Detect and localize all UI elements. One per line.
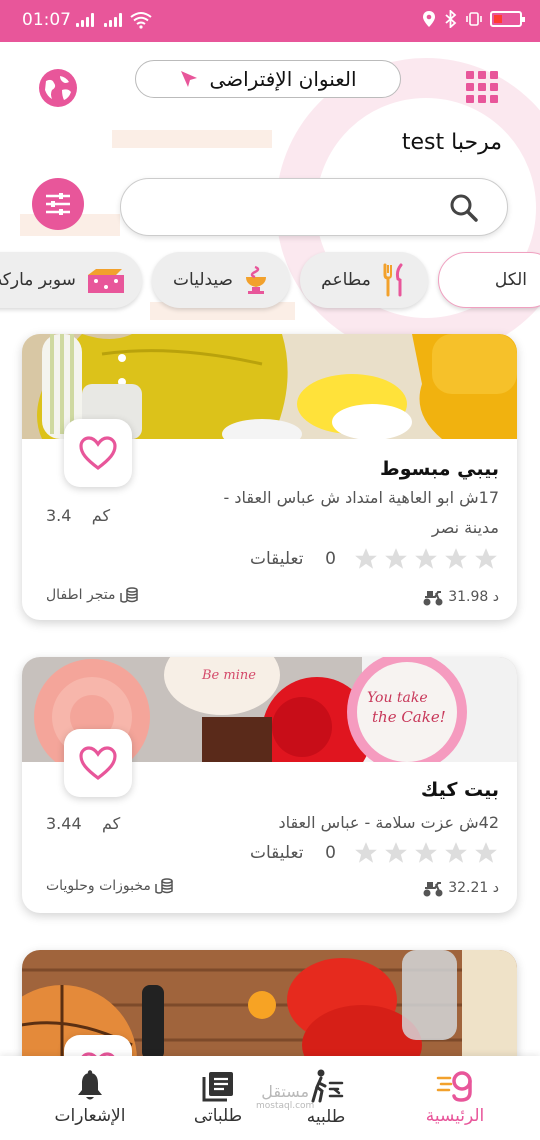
star-icon [475, 548, 497, 569]
store-type-label: مخبوزات وحلويات [46, 878, 151, 894]
rating-stars [353, 840, 499, 866]
store-address: 17ش ابو العاهية امتداد ش عباس العقاد - م… [159, 483, 499, 543]
store-address-line: مدينة نصر [431, 518, 499, 537]
address-label: العنوان الإفتراضى [209, 67, 357, 91]
status-bar: 01:07 [0, 0, 540, 42]
location-pin-icon [423, 11, 435, 27]
categories-grid-icon[interactable] [466, 71, 498, 103]
store-type: متجر اطفال [46, 587, 138, 603]
star-icon [385, 842, 407, 863]
delivery-fee-value: 31.98 د [448, 589, 499, 605]
star-icon [355, 548, 377, 569]
store-name: بيت كيك [420, 779, 499, 801]
reviews: 0 تعليقات [250, 549, 336, 569]
star-icon [415, 842, 437, 863]
welcome-text: مرحبا test [401, 130, 502, 155]
nav-label: الإشعارات [54, 1106, 126, 1126]
store-card[interactable]: Be mine You take the Cake! بيت كيك 42ش ع… [22, 657, 517, 913]
category-label: الكل [494, 270, 527, 290]
delivery-scooter-icon [423, 882, 443, 897]
store-address: 42ش عزت سلامة - عباس العقاد [159, 808, 499, 838]
delivery-fee: 32.21 د [422, 878, 499, 898]
reviews-count: 0 [325, 549, 336, 569]
star-icon [445, 842, 467, 863]
distance-unit: كم [101, 814, 121, 833]
category-supermarket[interactable]: سوبر ماركت [0, 252, 142, 308]
category-restaurants[interactable]: مطاعم [300, 252, 428, 308]
svg-text:the Cake!: the Cake! [372, 708, 446, 726]
svg-text:You take: You take [367, 690, 428, 706]
distance-unit: كم [91, 506, 111, 525]
wifi-icon [130, 12, 152, 29]
category-label: سوبر ماركت [0, 270, 76, 290]
coins-icon [155, 878, 173, 894]
store-address-line: 42ش عزت سلامة - عباس العقاد [278, 813, 499, 832]
orders-icon [202, 1072, 233, 1102]
vibrate-icon [466, 12, 482, 26]
delivery-fee: 31.98 د [422, 587, 499, 607]
watermark-sub: mostaql.com [256, 1101, 315, 1111]
rating-stars [353, 546, 499, 572]
nav-label: طلباتى [193, 1106, 243, 1126]
star-icon [415, 548, 437, 569]
default-address-button[interactable]: العنوان الإفتراضى [135, 60, 401, 98]
star-icon [355, 842, 377, 863]
store-address-line: 17ش ابو العاهية امتداد ش عباس العقاد - [223, 488, 499, 507]
favorite-button[interactable] [64, 419, 132, 487]
delivery-fee-value: 32.21 د [448, 880, 499, 896]
nav-label: الرئيسية [425, 1106, 485, 1126]
heart-icon [79, 436, 117, 471]
battery-icon [490, 11, 525, 27]
nav-home[interactable]: الرئيسية [390, 1056, 520, 1140]
nav-my-orders[interactable]: طلباتى [168, 1056, 268, 1140]
navigation-arrow-icon [181, 71, 198, 87]
store-distance: كم 3.44 [46, 814, 120, 833]
distance-value: 3.44 [46, 814, 82, 833]
filter-button[interactable] [32, 178, 84, 230]
reviews-label: تعليقات [250, 843, 304, 863]
reviews-count: 0 [325, 843, 336, 863]
sliders-icon [46, 193, 70, 215]
fork-knife-icon [383, 263, 403, 297]
background-bar-decoration [112, 130, 272, 148]
pharmacy-icon [246, 265, 266, 294]
supermarket-icon [87, 269, 124, 293]
category-pharmacies[interactable]: صيدليات [152, 252, 290, 308]
home-logo-icon [436, 1071, 472, 1102]
reviews: 0 تعليقات [250, 843, 336, 863]
search-icon [450, 194, 478, 222]
delivery-scooter-icon [423, 591, 443, 606]
signal-icon-2 [104, 13, 122, 27]
distance-value: 3.4 [46, 506, 72, 525]
star-icon [445, 548, 467, 569]
reviews-label: تعليقات [250, 549, 304, 569]
store-type-label: متجر اطفال [46, 587, 116, 603]
screen: { "status_bar": {"time": "01:07"}, "head… [0, 0, 540, 1140]
search-input[interactable] [120, 178, 508, 236]
category-label: صيدليات [173, 270, 233, 290]
category-label: مطاعم [321, 270, 371, 290]
favorite-button[interactable] [64, 729, 132, 797]
category-all[interactable]: الكل [438, 252, 540, 308]
store-type: مخبوزات وحلويات [46, 878, 173, 894]
status-time: 01:07 [22, 10, 71, 30]
signal-icon [76, 13, 94, 27]
svg-text:Be mine: Be mine [201, 668, 256, 683]
globe-icon[interactable] [38, 68, 78, 108]
bluetooth-icon [445, 10, 457, 28]
store-distance: كم 3.4 [46, 506, 110, 525]
heart-icon [79, 746, 117, 781]
bell-icon [78, 1070, 102, 1100]
watermark-logo: مستقل mostaql.com [256, 1084, 315, 1113]
coins-icon [119, 587, 138, 603]
store-card[interactable]: بيبي مبسوط 17ش ابو العاهية امتداد ش عباس… [22, 334, 517, 620]
store-name: بيبي مبسوط [380, 458, 499, 480]
star-icon [385, 548, 407, 569]
star-icon [475, 842, 497, 863]
nav-notifications[interactable]: الإشعارات [40, 1056, 140, 1140]
